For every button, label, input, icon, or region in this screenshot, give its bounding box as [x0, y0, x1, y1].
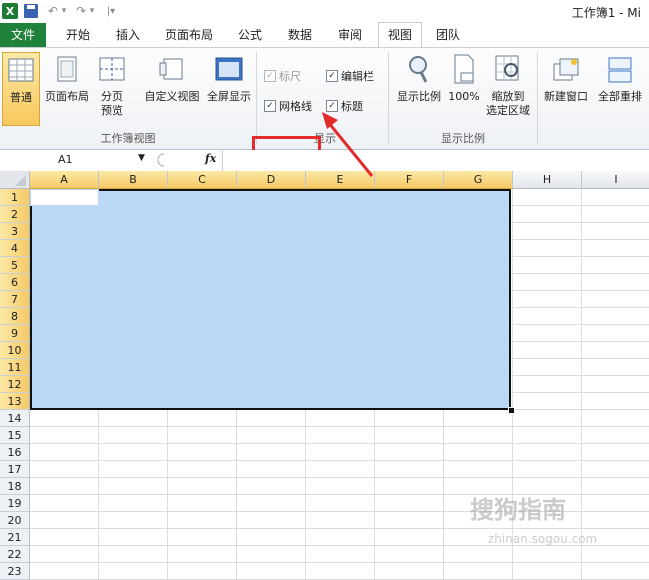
watermark-url: zhinan.sogou.com	[488, 532, 598, 546]
watermark: 搜狗指南	[470, 496, 566, 524]
